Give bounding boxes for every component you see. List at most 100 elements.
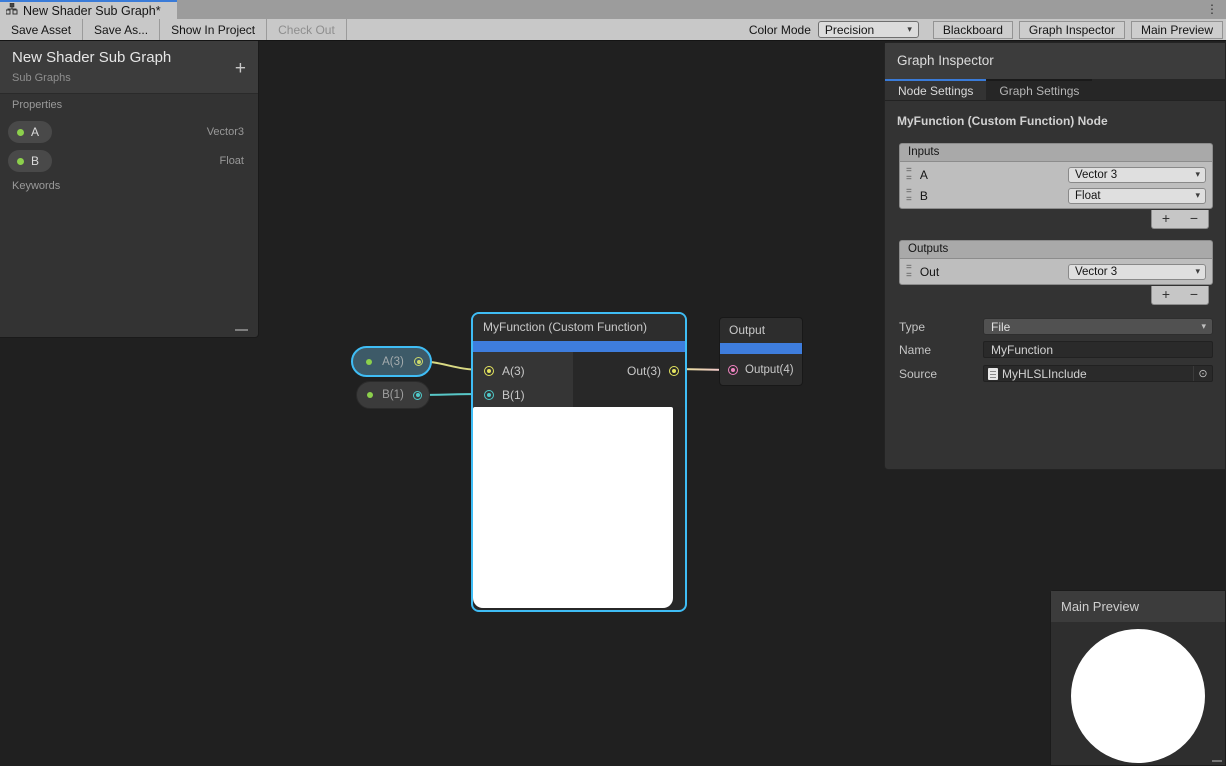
add-input-button[interactable]: + — [1152, 210, 1180, 228]
tab-node-settings[interactable]: Node Settings — [885, 79, 986, 100]
precision-bar — [473, 341, 685, 352]
color-mode-label: Color Mode — [749, 23, 811, 37]
property-dot-icon — [17, 129, 24, 136]
main-preview-title[interactable]: Main Preview — [1051, 591, 1225, 622]
graph-inspector-panel: Graph Inspector Node Settings Graph Sett… — [884, 42, 1226, 470]
save-as-button[interactable]: Save As... — [83, 19, 160, 40]
main-preview-panel: Main Preview — [1050, 590, 1226, 766]
property-node-a-port[interactable] — [414, 357, 423, 366]
name-input[interactable]: MyFunction — [983, 341, 1213, 358]
outputs-list-footer: + − — [1151, 286, 1209, 305]
main-preview-toggle-button[interactable]: Main Preview — [1131, 21, 1223, 39]
type-label: Type — [899, 320, 983, 334]
custom-function-node-title[interactable]: MyFunction (Custom Function) — [473, 314, 685, 341]
toolbar-left-group: Save Asset Save As... Show In Project Ch… — [0, 19, 347, 40]
toolbar: Save Asset Save As... Show In Project Ch… — [0, 19, 1226, 41]
input-port-row-a[interactable]: A(3) — [473, 359, 573, 383]
input-a-type-dropdown[interactable]: Vector 3 ▾ — [1068, 167, 1206, 183]
blackboard-resize-handle[interactable] — [235, 329, 248, 331]
property-b-type: Float — [220, 155, 244, 167]
output-out-name[interactable]: Out — [920, 265, 1068, 279]
output-port-row[interactable]: Output(4) — [720, 354, 802, 386]
inputs-list-footer: + − — [1151, 210, 1209, 229]
property-node-a[interactable]: A(3) — [351, 346, 432, 377]
color-mode-dropdown[interactable]: Precision ▾ — [818, 21, 919, 38]
object-picker-icon[interactable]: ⊙ — [1193, 366, 1212, 381]
property-pill-b[interactable]: B — [8, 150, 52, 172]
property-b-name: B — [31, 154, 39, 168]
source-object-field[interactable]: MyHLSLInclude ⊙ — [983, 365, 1213, 382]
output-port-label: Output(4) — [745, 364, 794, 376]
type-dropdown[interactable]: File ▾ — [983, 318, 1213, 335]
name-label: Name — [899, 343, 983, 357]
type-value: File — [991, 320, 1010, 334]
inputs-row-a[interactable]: == A Vector 3 ▾ — [903, 164, 1209, 185]
output-node-title: Output — [720, 318, 802, 343]
output-out-type-value: Vector 3 — [1075, 266, 1117, 278]
port-a-label: A(3) — [502, 364, 525, 378]
property-node-a-label: A(3) — [380, 356, 406, 368]
custom-function-node[interactable]: MyFunction (Custom Function) A(3) B(1) O… — [471, 312, 687, 612]
source-field-row: Source MyHLSLInclude ⊙ — [899, 365, 1213, 382]
add-property-button[interactable]: + — [235, 59, 246, 78]
graph-canvas[interactable]: A(3) B(1) MyFunction (Custom Function) A… — [0, 41, 1226, 766]
outputs-list-body: == Out Vector 3 ▾ — [899, 258, 1213, 285]
node-preview-surface — [473, 407, 673, 608]
output-node[interactable]: Output Output(4) — [719, 317, 803, 386]
input-b-type-dropdown[interactable]: Float ▾ — [1068, 188, 1206, 204]
save-asset-button[interactable]: Save Asset — [0, 19, 83, 40]
show-in-project-button[interactable]: Show In Project — [160, 19, 267, 40]
blackboard-panel: New Shader Sub Graph Sub Graphs + Proper… — [0, 41, 259, 338]
port-out-icon[interactable] — [669, 366, 679, 376]
output-port-icon[interactable] — [728, 365, 738, 375]
outputs-row-out[interactable]: == Out Vector 3 ▾ — [903, 261, 1209, 282]
graph-inspector-toggle-button[interactable]: Graph Inspector — [1019, 21, 1125, 39]
add-output-button[interactable]: + — [1152, 286, 1180, 304]
chevron-down-icon: ▾ — [907, 24, 912, 35]
source-label: Source — [899, 367, 983, 381]
property-node-b[interactable]: B(1) — [356, 381, 430, 409]
chevron-down-icon: ▾ — [1195, 190, 1200, 201]
main-preview-resize-handle[interactable] — [1212, 760, 1222, 762]
remove-input-button[interactable]: − — [1180, 210, 1208, 228]
tab-graph-settings[interactable]: Graph Settings — [986, 79, 1092, 100]
remove-output-button[interactable]: − — [1180, 286, 1208, 304]
drag-handle-icon[interactable]: == — [906, 188, 912, 204]
check-out-button: Check Out — [267, 19, 347, 40]
chevron-down-icon: ▾ — [1195, 266, 1200, 277]
inputs-list: Inputs == A Vector 3 ▾ == B F — [899, 143, 1213, 209]
toolbar-right-group: Color Mode Precision ▾ Blackboard Graph … — [749, 19, 1223, 40]
inputs-row-b[interactable]: == B Float ▾ — [903, 185, 1209, 206]
output-port-row-out[interactable]: Out(3) — [627, 359, 679, 383]
blackboard-title: New Shader Sub Graph — [12, 49, 246, 66]
input-port-row-b[interactable]: B(1) — [473, 383, 573, 407]
blackboard-subtitle: Sub Graphs — [12, 72, 246, 84]
keywords-section-label[interactable]: Keywords — [12, 180, 60, 192]
window-menu-kebab-icon[interactable]: ⋮ — [1206, 1, 1218, 18]
property-node-b-port[interactable] — [413, 391, 422, 400]
property-node-b-label: B(1) — [381, 389, 405, 401]
property-pill-a[interactable]: A — [8, 121, 52, 143]
drag-handle-icon[interactable]: == — [906, 264, 912, 280]
document-tab-strip: New Shader Sub Graph* ⋮ — [0, 0, 1226, 19]
asset-file-icon — [988, 368, 998, 380]
input-a-name[interactable]: A — [920, 168, 1068, 182]
property-row-b[interactable]: B Float — [0, 149, 258, 173]
shader-preview-sphere[interactable] — [1071, 629, 1205, 763]
property-a-name: A — [31, 125, 39, 139]
drag-handle-icon[interactable]: == — [906, 167, 912, 183]
port-a-icon[interactable] — [484, 366, 494, 376]
property-a-type: Vector3 — [207, 126, 244, 138]
properties-section-label[interactable]: Properties — [12, 99, 62, 111]
input-b-name[interactable]: B — [920, 189, 1068, 203]
graph-inspector-title[interactable]: Graph Inspector — [885, 43, 1225, 79]
name-field-row: Name MyFunction — [899, 341, 1213, 358]
document-tab[interactable]: New Shader Sub Graph* — [0, 0, 177, 19]
blackboard-toggle-button[interactable]: Blackboard — [933, 21, 1013, 39]
chevron-down-icon: ▾ — [1201, 321, 1206, 332]
property-row-a[interactable]: A Vector3 — [0, 120, 258, 144]
port-b-icon[interactable] — [484, 390, 494, 400]
custom-function-node-body: A(3) B(1) Out(3) — [473, 352, 685, 407]
output-out-type-dropdown[interactable]: Vector 3 ▾ — [1068, 264, 1206, 280]
shader-graph-icon — [6, 3, 18, 18]
